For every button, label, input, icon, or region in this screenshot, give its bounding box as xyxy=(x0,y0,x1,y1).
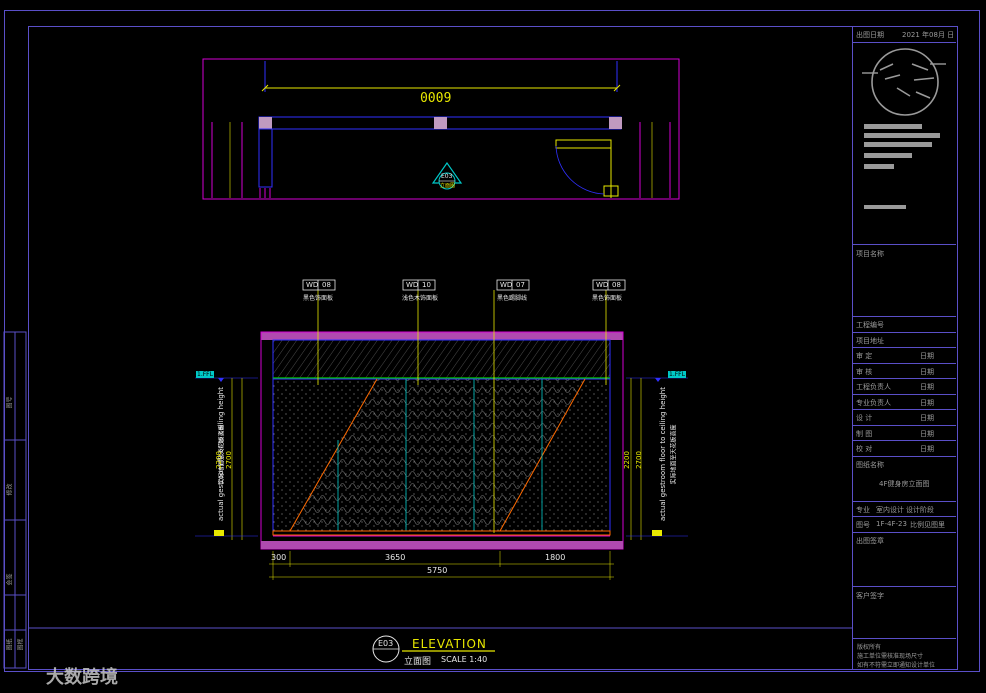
left-strip-label-2: 修改 xyxy=(6,483,14,496)
plan-overall-dimension: 6000 xyxy=(420,88,452,103)
spec-value: 室内设计 xyxy=(876,506,904,514)
tb-line-client xyxy=(852,586,956,587)
approval-row-label: 校 对 xyxy=(856,445,873,453)
approval-row-line xyxy=(852,362,956,364)
approval-row-line xyxy=(852,347,956,348)
tb-line-stamp xyxy=(852,532,956,533)
left-strip-label-5: 图框 xyxy=(17,638,25,651)
tag-1-code-text: WD xyxy=(306,281,319,289)
approval-row-date: 日期 xyxy=(920,445,934,453)
project-name-label: 项目名称 xyxy=(856,250,884,258)
right-dim-2700: 2700 xyxy=(634,451,643,469)
tag-4-desc: 黑色饰面板 xyxy=(592,295,623,302)
tb-line-spec xyxy=(852,501,956,502)
plan-section-sub: 立面图 xyxy=(440,183,456,189)
tag-2-desc: 浅色木饰面板 xyxy=(402,295,439,302)
approval-row-label: 制 图 xyxy=(856,429,873,438)
right-level-label: 1.FFL xyxy=(668,371,686,378)
left-dim-2200: 2200 xyxy=(214,451,223,469)
client-label: 客户签字 xyxy=(856,592,884,600)
tag-1-num: 08 xyxy=(322,281,331,289)
watermark: 大数跨境 xyxy=(46,667,118,688)
approval-row-label: 工程负责人 xyxy=(856,383,891,391)
spec-label: 专业 xyxy=(856,506,870,514)
right-dim-2200: 2200 xyxy=(622,451,631,469)
tag-1-desc: 黑色饰面板 xyxy=(303,295,334,302)
drawing-subtitle: 立面图 xyxy=(404,657,432,667)
copyright-line-3: 如有不符需立即通知设计单位 xyxy=(857,662,936,669)
left-strip-label-4: 图纸 xyxy=(6,638,14,651)
drawing-name-label: 图纸名称 xyxy=(856,461,884,469)
tb-line-project xyxy=(852,244,956,245)
tag-2-code: WD xyxy=(406,281,419,289)
approval-row-line xyxy=(852,393,956,395)
approval-row-line xyxy=(852,378,956,379)
copyright-line-1: 版权所有 xyxy=(857,644,882,651)
tag-2-num: 10 xyxy=(422,281,431,289)
approval-row-line xyxy=(852,331,956,333)
approval-row-label: 审 定 xyxy=(856,352,873,360)
approval-row-date: 日期 xyxy=(920,352,934,360)
left-level-label: 1.FFL xyxy=(196,371,214,378)
stamp-label: 出图签章 xyxy=(856,537,884,545)
date-label: 出图日期 xyxy=(856,31,884,39)
approval-row-label: 项目地址 xyxy=(856,336,884,345)
tb-line-date xyxy=(852,42,956,43)
bottom-dim-1800: 1800 xyxy=(545,553,566,562)
stage-label: 设计阶段 xyxy=(906,506,934,514)
approval-row-line xyxy=(852,440,956,441)
studio-logo xyxy=(862,48,946,116)
approval-row-label: 设 计 xyxy=(856,414,873,422)
approval-row-date: 日期 xyxy=(920,429,934,438)
drawing-name: 4F健身房立面图 xyxy=(879,480,930,488)
left-dim-2700: 2700 xyxy=(224,451,233,469)
approval-row-date: 日期 xyxy=(920,367,934,376)
tb-line-drawing-name xyxy=(852,456,956,457)
approval-row-date: 日期 xyxy=(920,383,934,391)
left-strip-label-3: 会签 xyxy=(6,573,14,586)
approval-row-line xyxy=(852,316,956,317)
redacted-info-bars xyxy=(864,124,940,209)
tag-3-code: WD xyxy=(500,281,513,289)
approval-row-label: 专业负责人 xyxy=(856,398,891,407)
approval-row-label: 审 核 xyxy=(856,367,873,376)
tag-3-num: 07 xyxy=(516,281,525,289)
tb-line-no xyxy=(852,516,956,517)
tag-4-code: WD xyxy=(596,281,609,289)
tag-1-code: WD xyxy=(306,281,318,289)
elevation-view xyxy=(195,279,688,580)
tag-4-num: 08 xyxy=(612,281,621,289)
drawing-no-label: 图号 xyxy=(856,521,870,529)
plan-section-tag: E03 xyxy=(441,173,453,180)
left-strip-label-1: 图号 xyxy=(6,396,14,409)
cad-drawing xyxy=(3,48,946,669)
date-value: 2021 年08月 日 xyxy=(902,31,955,39)
right-note-cn: 实际地面至天花板高度 xyxy=(670,424,678,485)
bottom-dim-3650: 3650 xyxy=(385,553,406,562)
drawing-no-value: 1F-4F-23 xyxy=(876,520,907,528)
approval-row-label: 工程编号 xyxy=(856,321,884,329)
approval-row-line xyxy=(852,409,956,410)
title-tag: E03 xyxy=(378,639,394,648)
scale-note: 比例见图里 xyxy=(910,521,945,529)
bottom-total-dim: 5750 xyxy=(427,566,448,575)
tag-3-desc: 黑色踢脚线 xyxy=(497,295,528,302)
drawing-title: ELEVATION xyxy=(412,637,487,651)
copyright-line-2: 施工单位需核准现场尺寸 xyxy=(857,653,924,660)
right-note-en: actual gestroom floor to ceiling height xyxy=(659,387,667,521)
tb-line-copyright xyxy=(852,638,956,639)
approval-row-line xyxy=(852,424,956,426)
drawing-scale: SCALE 1:40 xyxy=(441,655,488,664)
approval-row-date: 日期 xyxy=(920,398,934,407)
approval-row-date: 日期 xyxy=(920,414,934,422)
bottom-dim-300: 300 xyxy=(271,553,287,562)
